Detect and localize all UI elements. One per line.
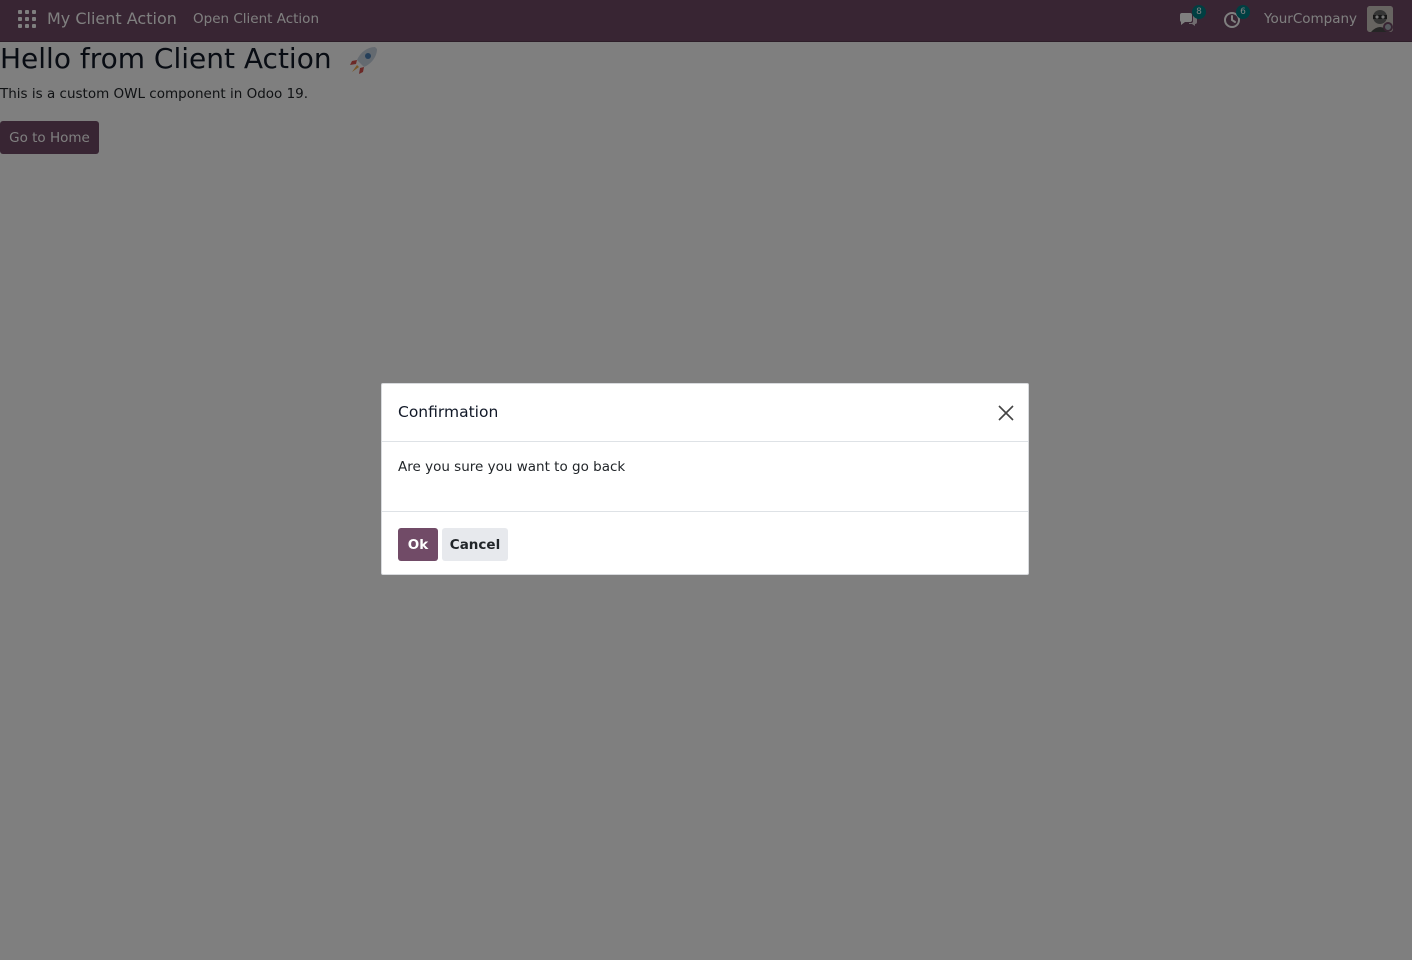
confirmation-dialog: Confirmation Are you sure you want to go… [381,383,1029,575]
ok-button[interactable]: Ok [398,528,438,561]
cancel-button[interactable]: Cancel [442,528,508,561]
dialog-body: Are you sure you want to go back [382,442,1028,512]
dialog-header: Confirmation [382,384,1028,442]
dialog-message: Are you sure you want to go back [398,459,626,475]
dialog-title: Confirmation [398,403,499,421]
close-icon[interactable] [997,404,1015,422]
